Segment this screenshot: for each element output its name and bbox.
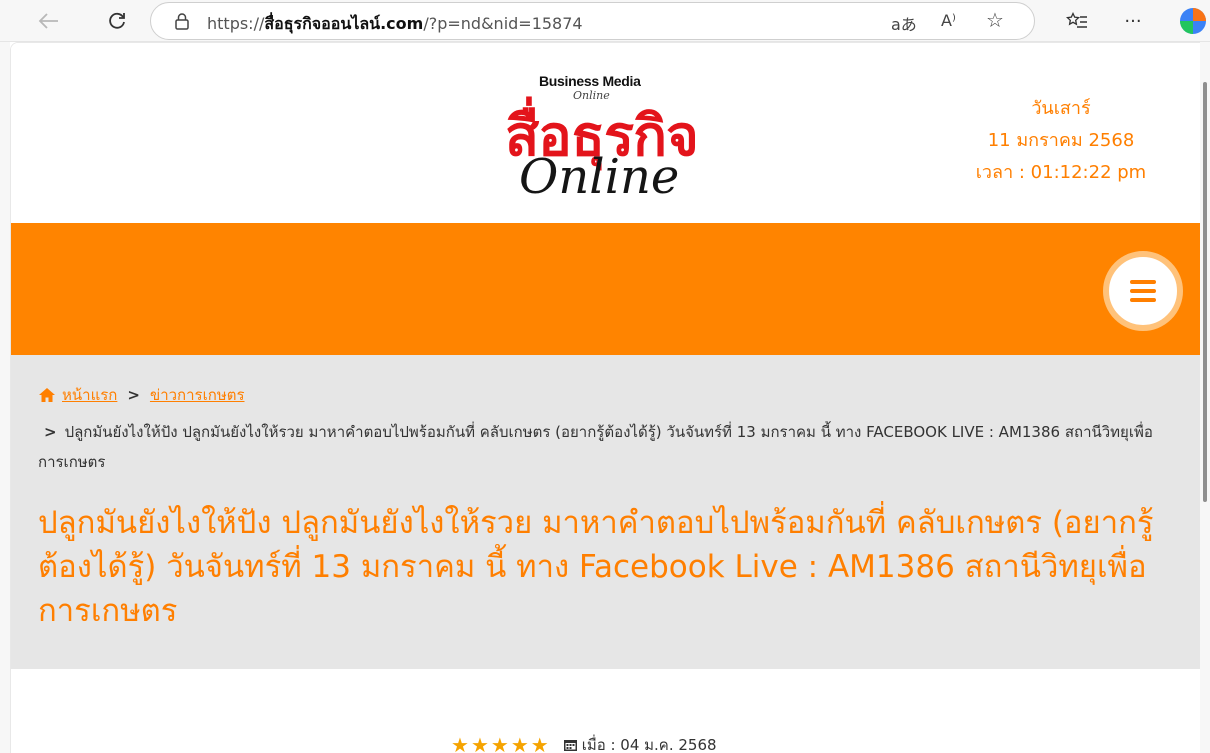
favorites-icon[interactable] [1060,4,1094,38]
web-page: Business Media Online สื่อธุรกิจ Online … [10,42,1200,753]
star-icon: ★ [510,733,529,753]
hamburger-icon [1130,275,1156,307]
site-logo[interactable]: Business Media Online สื่อธุรกิจ Online [501,61,731,211]
star-icon: ★ [530,733,549,753]
lock-icon[interactable] [173,12,191,30]
day-label: วันเสาร์ [1031,98,1091,119]
breadcrumb-category-link[interactable]: ข่าวการเกษตร [150,383,245,407]
date-label: 11 มกราคม 2568 [987,130,1135,151]
star-rating: ★ ★ ★ ★ ★ [451,735,549,753]
favorite-star-icon[interactable]: ☆ [986,8,1004,32]
scrollbar[interactable] [1200,42,1210,753]
nav-bar [11,223,1200,355]
star-icon: ★ [490,733,509,753]
calendar-icon [563,740,577,751]
time-label: เวลา : 01:12:22 pm [975,162,1147,183]
copilot-icon[interactable] [1176,4,1210,38]
home-icon[interactable] [38,387,56,403]
scrollbar-thumb[interactable] [1203,82,1207,502]
article-meta: ★ ★ ★ ★ ★ เมื่อ : 04 ม.ค. 2568 [451,733,717,753]
translate-icon[interactable]: aあ [891,11,917,35]
chevron-right-icon: > [44,423,57,441]
address-bar[interactable]: https://สื่อธุรกิจออนไลน์.com/?p=nd&nid=… [150,2,1035,40]
site-header: Business Media Online สื่อธุรกิจ Online … [11,43,1200,223]
logo-online-script: Online [519,149,680,205]
more-menu-icon[interactable]: ··· [1116,4,1150,38]
window-edge [0,42,10,753]
star-icon: ★ [470,733,489,753]
refresh-icon[interactable] [100,4,134,38]
hamburger-menu-button[interactable] [1103,251,1183,331]
publish-date-text: เมื่อ : 04 ม.ค. 2568 [581,736,717,753]
date-time: วันเสาร์ 11 มกราคม 2568 เวลา : 01:12:22 … [941,93,1181,189]
url-text[interactable]: https://สื่อธุรกิจออนไลน์.com/?p=nd&nid=… [207,12,583,37]
chevron-right-icon: > [127,386,140,404]
breadcrumb-current-text: ปลูกมันยังไงให้ปัง ปลูกมันยังไงให้รวย มา… [38,423,1153,471]
logo-business-media: Business Media [539,73,641,89]
breadcrumb: หน้าแรก > ข่าวการเกษตร [38,383,245,407]
breadcrumb-current: > ปลูกมันยังไงให้ปัง ปลูกมันยังไงให้รวย ม… [38,417,1188,477]
back-icon[interactable] [32,4,66,38]
breadcrumb-section: หน้าแรก > ข่าวการเกษตร > ปลูกมันยังไงให้ป… [11,355,1200,669]
star-icon: ★ [451,733,469,753]
read-aloud-icon[interactable]: A⁾ [941,11,956,30]
breadcrumb-home-link[interactable]: หน้าแรก [62,383,117,407]
page-title: ปลูกมันยังไงให้ปัง ปลูกมันยังไงให้รวย มา… [38,505,1154,629]
publish-date: เมื่อ : 04 ม.ค. 2568 [563,733,717,753]
browser-toolbar: https://สื่อธุรกิจออนไลน์.com/?p=nd&nid=… [0,0,1210,42]
